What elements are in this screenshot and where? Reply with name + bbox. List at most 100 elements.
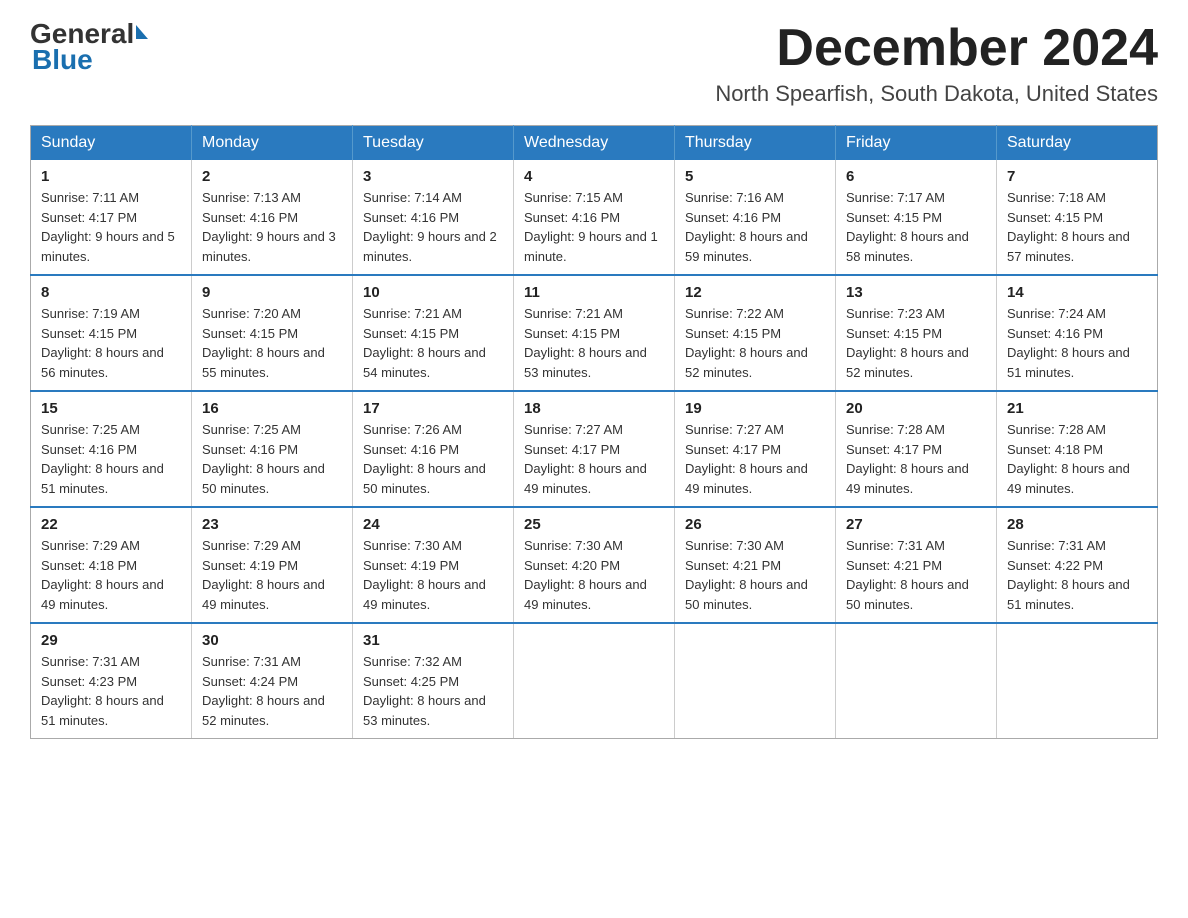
- calendar-cell: 11 Sunrise: 7:21 AMSunset: 4:15 PMDaylig…: [514, 275, 675, 391]
- day-number: 3: [363, 168, 503, 185]
- calendar-cell: 25 Sunrise: 7:30 AMSunset: 4:20 PMDaylig…: [514, 507, 675, 623]
- day-number: 5: [685, 168, 825, 185]
- calendar-cell: 1 Sunrise: 7:11 AMSunset: 4:17 PMDayligh…: [31, 160, 192, 275]
- day-info: Sunrise: 7:31 AMSunset: 4:23 PMDaylight:…: [41, 652, 181, 730]
- day-info: Sunrise: 7:18 AMSunset: 4:15 PMDaylight:…: [1007, 188, 1147, 266]
- calendar-cell: 7 Sunrise: 7:18 AMSunset: 4:15 PMDayligh…: [997, 160, 1158, 275]
- calendar-cell: 2 Sunrise: 7:13 AMSunset: 4:16 PMDayligh…: [192, 160, 353, 275]
- calendar-cell: 9 Sunrise: 7:20 AMSunset: 4:15 PMDayligh…: [192, 275, 353, 391]
- weekday-header-thursday: Thursday: [675, 126, 836, 161]
- calendar-week-row: 29 Sunrise: 7:31 AMSunset: 4:23 PMDaylig…: [31, 623, 1158, 739]
- title-area: December 2024 North Spearfish, South Dak…: [715, 20, 1158, 107]
- day-info: Sunrise: 7:11 AMSunset: 4:17 PMDaylight:…: [41, 188, 181, 266]
- calendar-cell: 29 Sunrise: 7:31 AMSunset: 4:23 PMDaylig…: [31, 623, 192, 739]
- calendar-cell: 26 Sunrise: 7:30 AMSunset: 4:21 PMDaylig…: [675, 507, 836, 623]
- calendar-cell: [836, 623, 997, 739]
- day-number: 10: [363, 284, 503, 301]
- calendar-cell: 30 Sunrise: 7:31 AMSunset: 4:24 PMDaylig…: [192, 623, 353, 739]
- calendar-cell: [514, 623, 675, 739]
- calendar-cell: 24 Sunrise: 7:30 AMSunset: 4:19 PMDaylig…: [353, 507, 514, 623]
- day-number: 25: [524, 516, 664, 533]
- day-info: Sunrise: 7:19 AMSunset: 4:15 PMDaylight:…: [41, 304, 181, 382]
- day-info: Sunrise: 7:32 AMSunset: 4:25 PMDaylight:…: [363, 652, 503, 730]
- day-info: Sunrise: 7:28 AMSunset: 4:18 PMDaylight:…: [1007, 420, 1147, 498]
- calendar-week-row: 8 Sunrise: 7:19 AMSunset: 4:15 PMDayligh…: [31, 275, 1158, 391]
- weekday-header-saturday: Saturday: [997, 126, 1158, 161]
- day-number: 7: [1007, 168, 1147, 185]
- weekday-header-row: SundayMondayTuesdayWednesdayThursdayFrid…: [31, 126, 1158, 161]
- day-number: 31: [363, 632, 503, 649]
- day-number: 12: [685, 284, 825, 301]
- weekday-header-friday: Friday: [836, 126, 997, 161]
- calendar-cell: 13 Sunrise: 7:23 AMSunset: 4:15 PMDaylig…: [836, 275, 997, 391]
- day-info: Sunrise: 7:31 AMSunset: 4:24 PMDaylight:…: [202, 652, 342, 730]
- day-number: 27: [846, 516, 986, 533]
- calendar-table: SundayMondayTuesdayWednesdayThursdayFrid…: [30, 125, 1158, 739]
- calendar-cell: 27 Sunrise: 7:31 AMSunset: 4:21 PMDaylig…: [836, 507, 997, 623]
- day-info: Sunrise: 7:29 AMSunset: 4:19 PMDaylight:…: [202, 536, 342, 614]
- logo-blue: Blue: [32, 44, 93, 76]
- day-number: 6: [846, 168, 986, 185]
- day-info: Sunrise: 7:27 AMSunset: 4:17 PMDaylight:…: [685, 420, 825, 498]
- calendar-cell: 6 Sunrise: 7:17 AMSunset: 4:15 PMDayligh…: [836, 160, 997, 275]
- calendar-cell: 4 Sunrise: 7:15 AMSunset: 4:16 PMDayligh…: [514, 160, 675, 275]
- day-info: Sunrise: 7:22 AMSunset: 4:15 PMDaylight:…: [685, 304, 825, 382]
- day-info: Sunrise: 7:30 AMSunset: 4:21 PMDaylight:…: [685, 536, 825, 614]
- day-info: Sunrise: 7:15 AMSunset: 4:16 PMDaylight:…: [524, 188, 664, 266]
- day-info: Sunrise: 7:25 AMSunset: 4:16 PMDaylight:…: [41, 420, 181, 498]
- day-number: 9: [202, 284, 342, 301]
- day-number: 1: [41, 168, 181, 185]
- calendar-cell: 3 Sunrise: 7:14 AMSunset: 4:16 PMDayligh…: [353, 160, 514, 275]
- weekday-header-wednesday: Wednesday: [514, 126, 675, 161]
- calendar-cell: 18 Sunrise: 7:27 AMSunset: 4:17 PMDaylig…: [514, 391, 675, 507]
- day-info: Sunrise: 7:14 AMSunset: 4:16 PMDaylight:…: [363, 188, 503, 266]
- day-number: 4: [524, 168, 664, 185]
- day-number: 23: [202, 516, 342, 533]
- weekday-header-tuesday: Tuesday: [353, 126, 514, 161]
- day-number: 24: [363, 516, 503, 533]
- calendar-cell: 16 Sunrise: 7:25 AMSunset: 4:16 PMDaylig…: [192, 391, 353, 507]
- day-info: Sunrise: 7:16 AMSunset: 4:16 PMDaylight:…: [685, 188, 825, 266]
- day-number: 15: [41, 400, 181, 417]
- day-number: 18: [524, 400, 664, 417]
- day-info: Sunrise: 7:30 AMSunset: 4:19 PMDaylight:…: [363, 536, 503, 614]
- calendar-cell: 15 Sunrise: 7:25 AMSunset: 4:16 PMDaylig…: [31, 391, 192, 507]
- day-number: 26: [685, 516, 825, 533]
- day-number: 17: [363, 400, 503, 417]
- calendar-cell: 20 Sunrise: 7:28 AMSunset: 4:17 PMDaylig…: [836, 391, 997, 507]
- day-info: Sunrise: 7:21 AMSunset: 4:15 PMDaylight:…: [524, 304, 664, 382]
- day-number: 29: [41, 632, 181, 649]
- day-info: Sunrise: 7:27 AMSunset: 4:17 PMDaylight:…: [524, 420, 664, 498]
- calendar-cell: 31 Sunrise: 7:32 AMSunset: 4:25 PMDaylig…: [353, 623, 514, 739]
- day-number: 16: [202, 400, 342, 417]
- day-number: 13: [846, 284, 986, 301]
- day-info: Sunrise: 7:17 AMSunset: 4:15 PMDaylight:…: [846, 188, 986, 266]
- day-info: Sunrise: 7:28 AMSunset: 4:17 PMDaylight:…: [846, 420, 986, 498]
- day-number: 8: [41, 284, 181, 301]
- day-number: 22: [41, 516, 181, 533]
- day-number: 19: [685, 400, 825, 417]
- calendar-cell: 28 Sunrise: 7:31 AMSunset: 4:22 PMDaylig…: [997, 507, 1158, 623]
- calendar-week-row: 1 Sunrise: 7:11 AMSunset: 4:17 PMDayligh…: [31, 160, 1158, 275]
- calendar-cell: 12 Sunrise: 7:22 AMSunset: 4:15 PMDaylig…: [675, 275, 836, 391]
- day-info: Sunrise: 7:31 AMSunset: 4:22 PMDaylight:…: [1007, 536, 1147, 614]
- day-number: 30: [202, 632, 342, 649]
- weekday-header-sunday: Sunday: [31, 126, 192, 161]
- day-number: 20: [846, 400, 986, 417]
- day-number: 28: [1007, 516, 1147, 533]
- day-info: Sunrise: 7:25 AMSunset: 4:16 PMDaylight:…: [202, 420, 342, 498]
- day-number: 11: [524, 284, 664, 301]
- calendar-cell: [675, 623, 836, 739]
- logo-triangle-icon: [136, 25, 148, 39]
- calendar-cell: [997, 623, 1158, 739]
- calendar-week-row: 15 Sunrise: 7:25 AMSunset: 4:16 PMDaylig…: [31, 391, 1158, 507]
- day-info: Sunrise: 7:26 AMSunset: 4:16 PMDaylight:…: [363, 420, 503, 498]
- location-subtitle: North Spearfish, South Dakota, United St…: [715, 81, 1158, 107]
- calendar-week-row: 22 Sunrise: 7:29 AMSunset: 4:18 PMDaylig…: [31, 507, 1158, 623]
- page-header: General Blue December 2024 North Spearfi…: [30, 20, 1158, 107]
- calendar-cell: 19 Sunrise: 7:27 AMSunset: 4:17 PMDaylig…: [675, 391, 836, 507]
- calendar-cell: 23 Sunrise: 7:29 AMSunset: 4:19 PMDaylig…: [192, 507, 353, 623]
- weekday-header-monday: Monday: [192, 126, 353, 161]
- day-info: Sunrise: 7:23 AMSunset: 4:15 PMDaylight:…: [846, 304, 986, 382]
- calendar-cell: 8 Sunrise: 7:19 AMSunset: 4:15 PMDayligh…: [31, 275, 192, 391]
